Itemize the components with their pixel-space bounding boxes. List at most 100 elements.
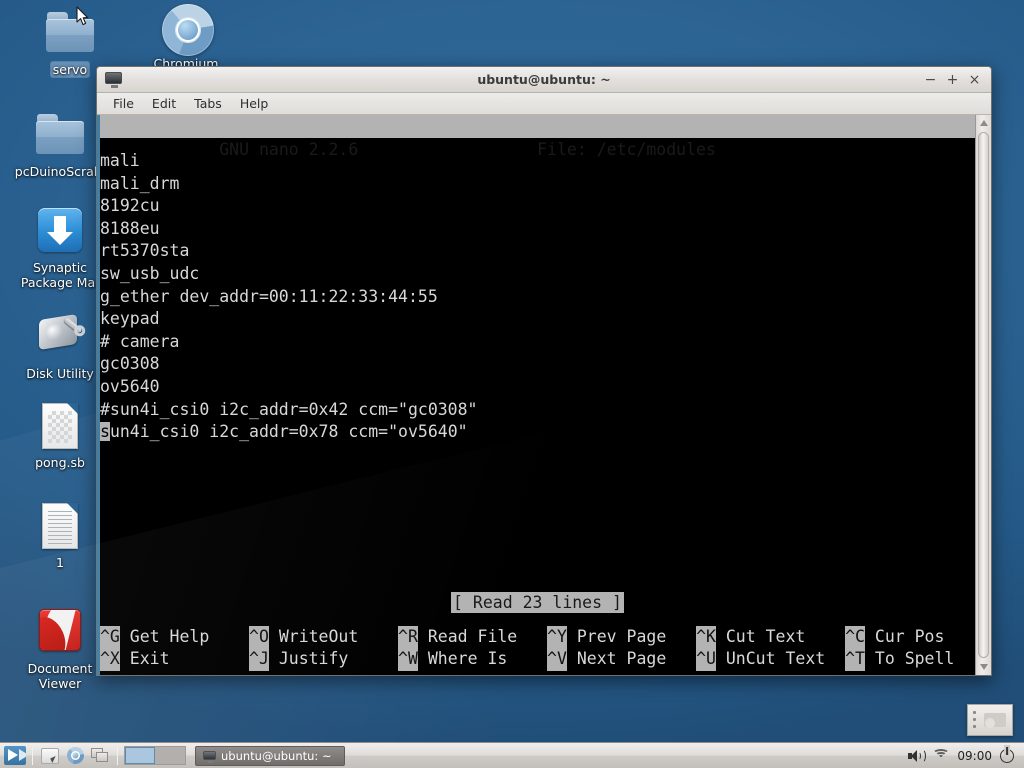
nano-shortcut[interactable]: ^J Justify — [249, 648, 398, 671]
nano-shortcut[interactable]: ^C Cur Pos — [845, 625, 975, 649]
nano-shortcut-label: Cut Text — [715, 626, 846, 646]
nano-title-bar: GNU nano 2.2.6 File: /etc/modules — [100, 115, 975, 159]
nano-shortcut[interactable]: ^V Next Page — [547, 648, 696, 671]
folder-icon — [36, 112, 84, 160]
desktop-icon-chromium[interactable]: Chromium — [134, 4, 238, 71]
nano-editor-screen[interactable]: GNU nano 2.2.6 File: /etc/modules mali ma… — [100, 115, 975, 675]
nano-shortcut-label: Next Page — [566, 649, 697, 669]
nano-shortcut[interactable]: ^R Read File — [398, 625, 548, 649]
nano-status-bar: [ Read 23 lines ] — [100, 592, 975, 615]
nano-line: #sun4i_csi0 i2c_addr=0x42 ccm="gc0308" — [100, 399, 478, 419]
scrollbar-thumb[interactable] — [978, 132, 989, 658]
nano-line: 8188eu — [100, 218, 160, 238]
terminal-window[interactable]: ubuntu@ubuntu: ~ − + × File Edit Tabs He… — [96, 66, 992, 676]
nano-shortcut-label: WriteOut — [268, 626, 399, 646]
nano-status-text: [ Read 23 lines ] — [451, 592, 624, 614]
window-menubar[interactable]: File Edit Tabs Help — [97, 93, 991, 115]
chromium-icon — [162, 4, 214, 56]
show-windows-icon[interactable] — [89, 745, 111, 767]
volume-icon[interactable] — [908, 748, 927, 763]
window-title: ubuntu@ubuntu: ~ — [477, 72, 611, 87]
nano-shortcut-key: ^X — [100, 648, 120, 671]
nano-shortcut-row: ^X Exit ^J Justify ^W Where Is ^V Next P… — [100, 648, 975, 671]
nano-shortcut-bar[interactable]: ^G Get Help ^O WriteOut ^R Read File ^Y … — [100, 625, 975, 671]
nano-shortcut-key: ^K — [696, 625, 716, 649]
nano-line: mali_drm — [100, 173, 180, 193]
widget-dots-icon — [973, 711, 976, 732]
nano-shortcut-key: ^T — [845, 648, 865, 671]
menu-item-tabs[interactable]: Tabs — [186, 94, 230, 113]
nano-line: keypad — [100, 309, 160, 329]
nano-shortcut-label: Prev Page — [566, 626, 697, 646]
scroll-down-icon[interactable] — [977, 660, 991, 674]
nano-line: g_ether dev_addr=00:11:22:33:44:55 — [100, 286, 438, 306]
desktop-icon-label: Disk Utility — [26, 366, 94, 381]
terminal-body[interactable]: GNU nano 2.2.6 File: /etc/modules mali ma… — [97, 115, 991, 675]
folder-icon — [46, 10, 94, 58]
nano-shortcut[interactable]: ^O WriteOut — [249, 625, 399, 649]
nano-shortcut-label: Read File — [417, 626, 548, 646]
nano-shortcut-label: Cur Pos — [864, 626, 975, 646]
scroll-up-icon[interactable] — [977, 116, 991, 130]
window-titlebar[interactable]: ubuntu@ubuntu: ~ − + × — [97, 67, 991, 93]
clock[interactable]: 09:00 — [957, 749, 992, 763]
file-manager-icon[interactable] — [39, 745, 61, 767]
nano-shortcut[interactable]: ^Y Prev Page — [547, 625, 697, 649]
wifi-icon[interactable] — [932, 749, 950, 762]
menu-item-help[interactable]: Help — [232, 94, 277, 113]
nano-shortcut-key: ^U — [696, 648, 716, 671]
taskbar-separator — [32, 746, 33, 765]
nano-shortcut-label: Justify — [268, 649, 399, 669]
nano-shortcut-label: UnCut Text — [715, 649, 846, 669]
taskbar[interactable]: ubuntu@ubuntu: ~ 09:00 — [0, 742, 1024, 768]
nano-shortcut[interactable]: ^W Where Is — [398, 648, 547, 671]
nano-shortcut-key: ^O — [249, 625, 269, 649]
text-document-icon — [36, 503, 84, 551]
nano-shortcut-key: ^V — [547, 648, 567, 671]
workspace-pager[interactable] — [124, 746, 186, 765]
nano-text-area[interactable]: mali mali_drm 8192cu 8188eu rt5370sta sw_usb_… — [100, 138, 975, 444]
nano-line: sw_usb_udc — [100, 263, 200, 283]
menu-item-edit[interactable]: Edit — [144, 94, 184, 113]
menu-item-file[interactable]: File — [105, 94, 142, 113]
desktop-widget[interactable] — [967, 704, 1013, 736]
taskbar-window-button[interactable]: ubuntu@ubuntu: ~ — [195, 745, 345, 766]
nano-shortcut-key: ^Y — [547, 625, 567, 649]
nano-shortcut-key: ^G — [100, 625, 120, 649]
chromium-icon[interactable] — [64, 745, 86, 767]
nano-shortcut-key: ^R — [398, 625, 418, 649]
start-menu-icon[interactable] — [4, 745, 26, 767]
desktop-icon-label: 1 — [56, 555, 64, 570]
maximize-button[interactable]: + — [946, 73, 959, 87]
desktop-icon-label: pcDuinoScralh — [14, 164, 106, 179]
nano-shortcut[interactable]: ^T To Spell — [845, 648, 975, 671]
nano-shortcut[interactable]: ^G Get Help — [100, 625, 249, 649]
terminal-icon — [105, 72, 123, 88]
close-button[interactable]: × — [968, 73, 981, 87]
text-cursor: s — [100, 422, 110, 442]
nano-line: # camera — [100, 331, 180, 351]
nano-shortcut[interactable]: ^K Cut Text — [696, 625, 846, 649]
desktop-icon-label: pong.sb — [35, 455, 85, 470]
minimize-button[interactable]: − — [924, 73, 937, 87]
taskbar-window-title: ubuntu@ubuntu: ~ — [221, 748, 332, 763]
workspace-1[interactable] — [125, 747, 155, 764]
nano-line: sun4i_csi0 i2c_addr=0x78 ccm="ov5640" — [100, 422, 468, 442]
nano-shortcut[interactable]: ^U UnCut Text — [696, 648, 845, 671]
system-tray[interactable]: 09:00 — [908, 748, 1020, 763]
power-icon[interactable] — [1000, 748, 1014, 763]
nano-shortcut-row: ^G Get Help ^O WriteOut ^R Read File ^Y … — [100, 625, 975, 649]
nano-shortcut-label: Exit — [119, 649, 250, 669]
nano-shortcut-key: ^J — [249, 648, 269, 671]
terminal-scrollbar[interactable] — [975, 115, 991, 675]
disk-utility-icon — [36, 313, 84, 362]
widget-camera-icon — [984, 713, 1006, 728]
nano-shortcut[interactable]: ^X Exit — [100, 648, 249, 671]
nano-header-text: GNU nano 2.2.6 File: /etc/modules — [199, 140, 716, 159]
desktop[interactable]: servo Chromium pcDuinoScralh Synaptic Pa… — [0, 0, 1024, 768]
nano-line: gc0308 — [100, 354, 160, 374]
nano-line: ov5640 — [100, 376, 160, 396]
terminal-icon — [203, 751, 216, 763]
workspace-2[interactable] — [155, 747, 185, 764]
taskbar-separator — [117, 746, 118, 765]
